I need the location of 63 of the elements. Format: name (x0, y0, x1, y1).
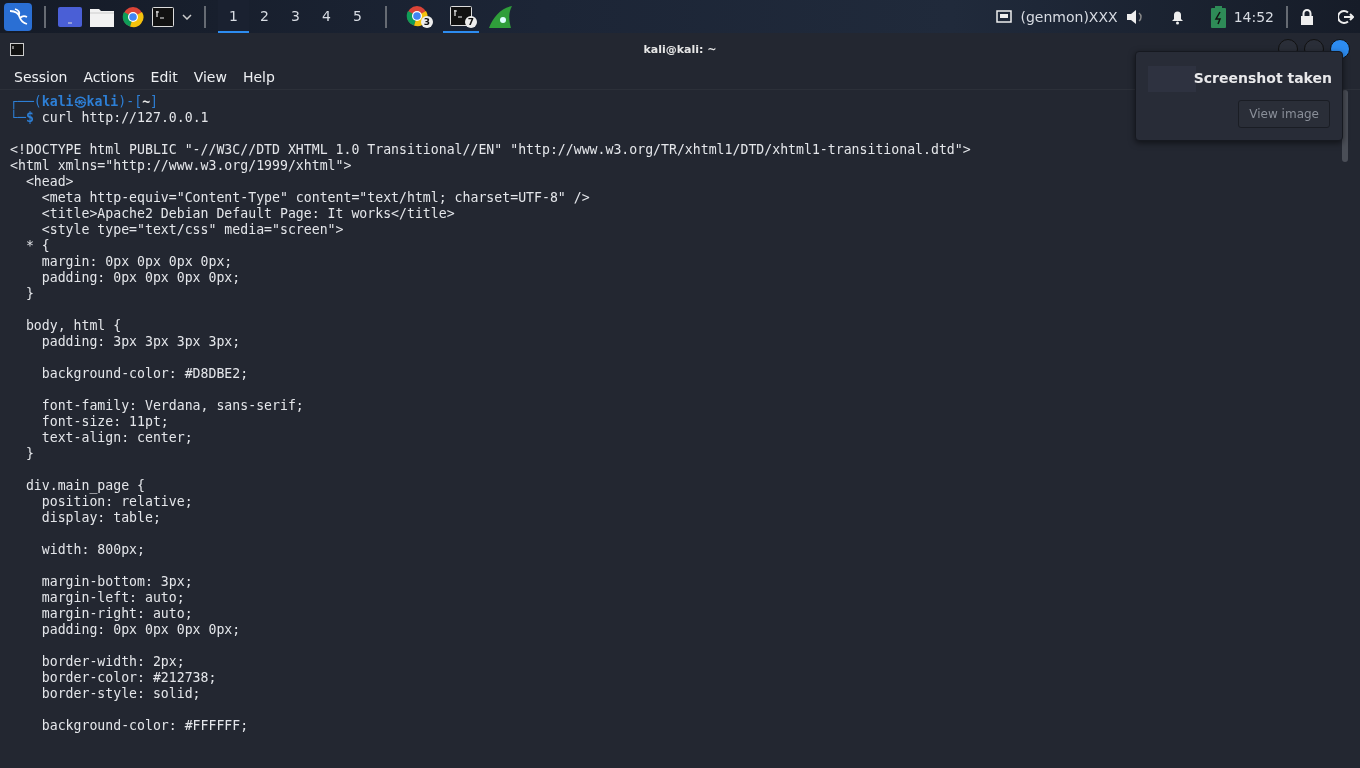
output-line: } (24, 446, 34, 462)
output-line: } (24, 286, 34, 302)
output-line: width: 800px; (40, 542, 145, 558)
notification-title: Screenshot taken (1193, 70, 1332, 86)
output-line: font-family: Verdana, sans-serif; (40, 398, 304, 414)
output-line: display: table; (40, 510, 161, 526)
output-line: padding: 0px 0px 0px 0px; (40, 622, 241, 638)
desktop-icon[interactable] (58, 6, 82, 27)
genmon-label: (genmon)XXX (1020, 8, 1118, 25)
output-line: <style type="text/css" media="screen"> (40, 222, 344, 238)
output-line: margin: 0px 0px 0px 0px; (40, 254, 233, 270)
clock[interactable]: 14:52 (1233, 8, 1274, 25)
battery-icon (1210, 5, 1226, 28)
menu-item[interactable]: View (185, 69, 235, 85)
task-button[interactable]: 3 (399, 0, 435, 33)
workspace-tab[interactable]: 2 (249, 0, 280, 33)
volume-icon[interactable] (1125, 8, 1144, 25)
workspace-tab[interactable]: 5 (342, 0, 373, 33)
output-line: padding: 0px 0px 0px 0px; (40, 270, 241, 286)
output-line: font-size: 11pt; (40, 414, 169, 430)
browser-icon (122, 5, 144, 28)
output-line: background-color: #D8DBE2; (40, 366, 249, 382)
output-line: border-width: 2px; (40, 654, 185, 670)
output-line: position: relative; (40, 494, 193, 510)
lock-icon[interactable] (1300, 8, 1314, 25)
output-line: <html xmlns="http://www.w3.org/1999/xhtml"> (10, 158, 352, 174)
workspace-tab[interactable]: 4 (311, 0, 342, 33)
output-line: <title>Apache2 Debian Default Page: It works</title> (40, 206, 455, 222)
command-line: └─$ curl http://127.0.0.1 (10, 110, 209, 126)
output-line: margin-bottom: 3px; (40, 574, 193, 590)
terminal-icon (10, 42, 24, 56)
output-line: padding: 3px 3px 3px 3px; (40, 334, 241, 350)
output-line: text-align: center; (40, 430, 193, 446)
kali-menu-button[interactable] (4, 2, 32, 31)
workspace-tab[interactable]: 3 (280, 0, 311, 33)
terminal-icon[interactable] (152, 6, 174, 27)
folder-icon[interactable] (90, 6, 114, 27)
menu-item[interactable]: Edit (142, 69, 186, 85)
output-line: <meta http-equiv="Content-Type" content="text/html; charset=UTF-8" /> (40, 190, 590, 206)
view-image-button[interactable]: View image (1238, 100, 1330, 128)
output-line: body, html { (24, 318, 122, 334)
menu-item[interactable]: Session (6, 69, 76, 85)
output-line: div.main_page { (24, 478, 145, 494)
menu-item[interactable]: Actions (75, 69, 143, 85)
output-line: * { (24, 238, 50, 254)
logout-icon[interactable] (1338, 8, 1354, 25)
output-line: margin-left: auto; (40, 590, 185, 606)
window-title: kali@kali: ~ (643, 42, 717, 56)
network-icon[interactable] (996, 10, 1013, 23)
count-badge: 7 (465, 16, 477, 28)
output-line: border-style: solid; (40, 686, 201, 702)
output-line: background-color: #FFFFFF; (40, 718, 249, 734)
browser-icon (406, 4, 428, 27)
output-line: margin-right: auto; (40, 606, 193, 622)
output-line: <!DOCTYPE html PUBLIC "-//W3C//DTD XHTML 1.0 Transitional//EN" "http://www.w3.org/TR/xhtml1/DTD/xhtml1-transitional.dtd"> (10, 142, 971, 158)
output-line: <head> (24, 174, 74, 190)
shark-fin-icon[interactable] (487, 4, 513, 29)
chevron-down-icon[interactable] (182, 13, 192, 20)
terminal-icon (450, 5, 472, 26)
output-line: border-color: #212738; (40, 670, 217, 686)
count-badge: 3 (421, 16, 433, 28)
menu-item[interactable]: Help (234, 69, 283, 85)
prompt-line: ┌──(kali㉿kali)-[~] (10, 94, 159, 110)
